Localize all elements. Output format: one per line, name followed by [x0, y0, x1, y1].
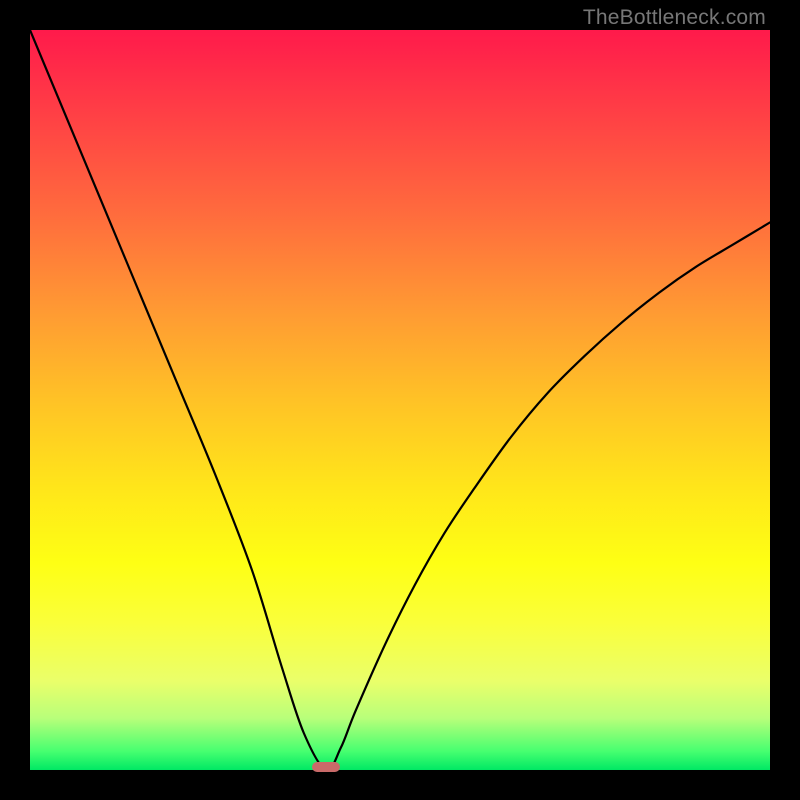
optimal-marker [312, 762, 340, 772]
bottleneck-curve [30, 30, 770, 770]
chart-plot-area [30, 30, 770, 770]
outer-frame: TheBottleneck.com [0, 0, 800, 800]
watermark-text: TheBottleneck.com [583, 6, 766, 30]
